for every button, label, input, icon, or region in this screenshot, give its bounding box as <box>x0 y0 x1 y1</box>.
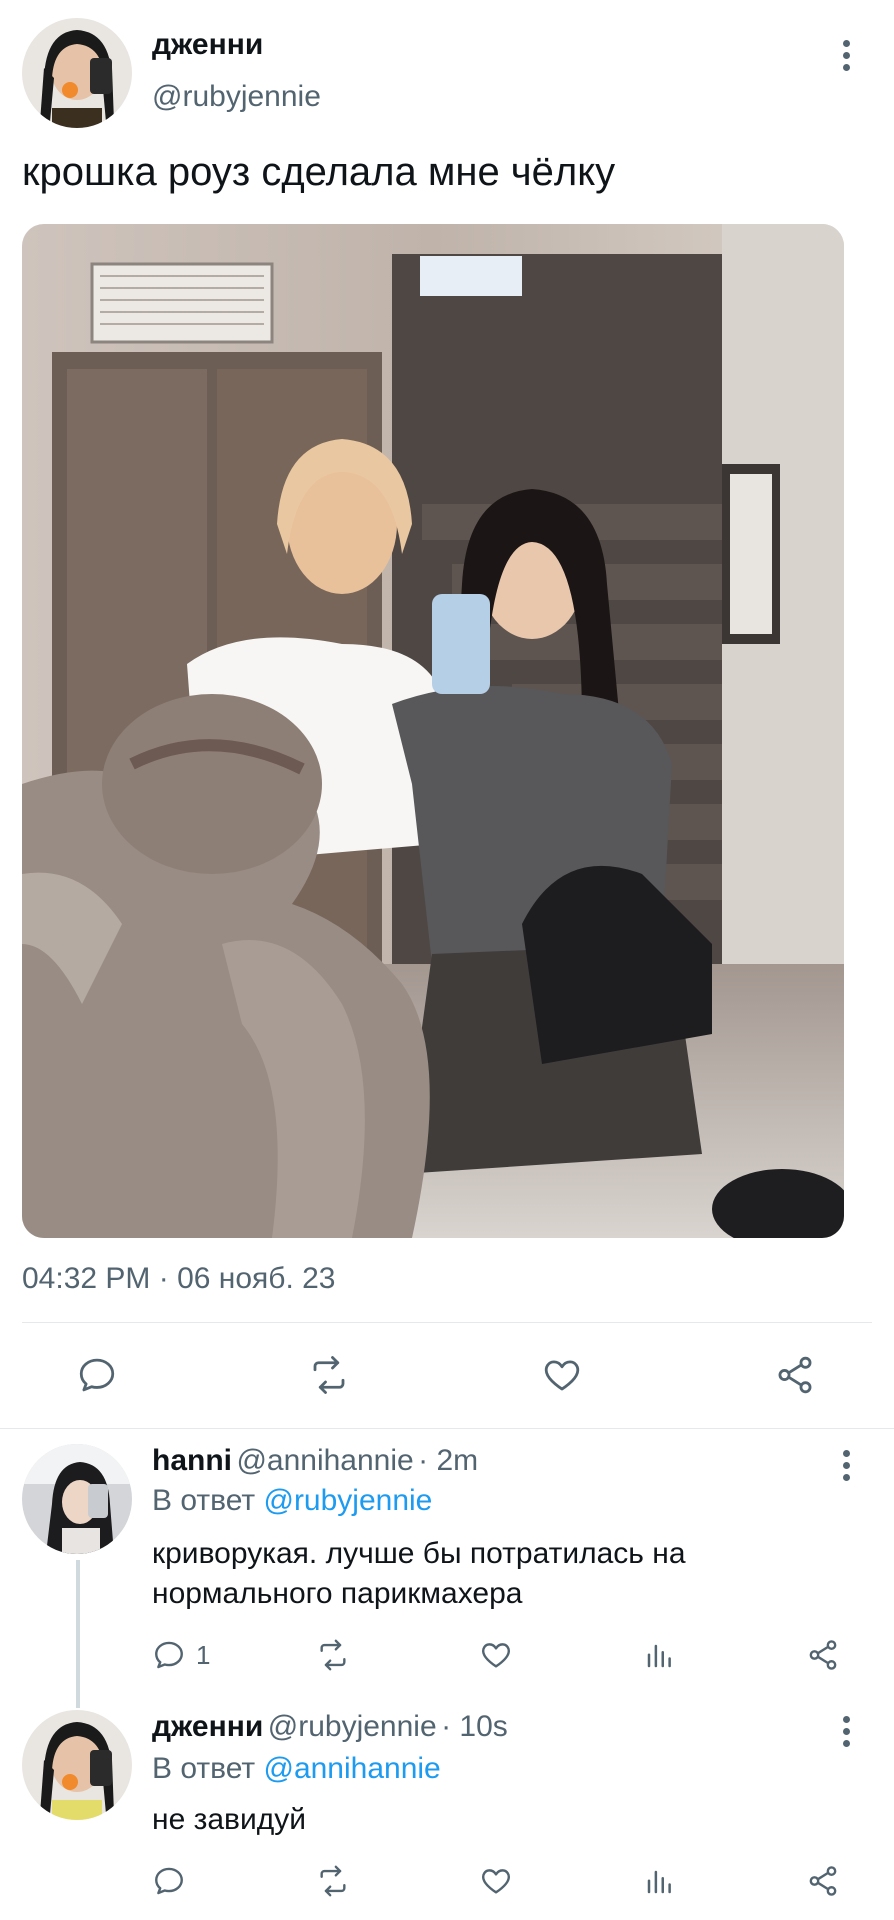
reply-author-name[interactable]: дженни <box>152 1710 263 1743</box>
divider <box>22 1322 872 1323</box>
reply-text-line: криворукая. лучше бы потратилась на <box>152 1537 686 1570</box>
author-name[interactable]: дженни <box>152 28 263 62</box>
analytics-icon[interactable] <box>644 1866 674 1898</box>
thread-line <box>76 1560 80 1708</box>
reply-count: 1 <box>196 1640 211 1670</box>
like-icon[interactable] <box>540 1354 584 1396</box>
retweet-icon[interactable] <box>314 1864 352 1898</box>
reply-text-line: нормального парикмахера <box>152 1577 523 1610</box>
reply-to-mention[interactable]: @rubyjennie <box>263 1484 432 1517</box>
reply-avatar[interactable] <box>22 1444 132 1554</box>
reply-time: · 2m <box>418 1444 479 1477</box>
like-icon[interactable] <box>478 1864 514 1898</box>
reply-header: дженни @rubyjennie · 10s <box>152 1710 508 1744</box>
tweet-timestamp: 04:32 PM · 06 нояб. 23 <box>22 1262 336 1295</box>
analytics-icon[interactable] <box>644 1640 674 1672</box>
retweet-icon[interactable] <box>314 1638 352 1672</box>
reply-to-line: В ответ @rubyjennie <box>152 1484 432 1518</box>
author-avatar[interactable] <box>22 18 132 128</box>
more-options-icon[interactable] <box>843 1716 853 1752</box>
tweet-photo[interactable] <box>22 224 844 1238</box>
reply-header: hanni @annihannie · 2m <box>152 1444 478 1478</box>
reply-to-line: В ответ @annihannie <box>152 1752 441 1786</box>
reply-icon[interactable] <box>76 1354 118 1396</box>
share-icon[interactable] <box>806 1638 840 1672</box>
author-handle[interactable]: @rubyjennie <box>152 80 321 114</box>
share-icon[interactable] <box>774 1354 816 1396</box>
reply-author-handle[interactable]: @rubyjennie <box>268 1710 437 1743</box>
reply-icon[interactable] <box>152 1638 186 1672</box>
tweet-text: крошка роуз сделала мне чёлку <box>22 150 616 194</box>
reply-to-prefix: В ответ <box>152 1752 256 1785</box>
reply-author-name[interactable]: hanni <box>152 1444 232 1477</box>
like-icon[interactable] <box>478 1638 514 1672</box>
reply-avatar[interactable] <box>22 1710 132 1820</box>
reply-icon[interactable] <box>152 1864 186 1898</box>
reply-text-line: не завидуй <box>152 1803 306 1836</box>
reply-author-handle[interactable]: @annihannie <box>236 1444 413 1477</box>
divider <box>0 1428 894 1429</box>
more-options-icon[interactable] <box>843 1450 853 1486</box>
reply-time: · 10s <box>441 1710 508 1743</box>
share-icon[interactable] <box>806 1864 840 1898</box>
reply-to-prefix: В ответ <box>152 1484 256 1517</box>
more-options-icon[interactable] <box>843 40 853 76</box>
reply-to-mention[interactable]: @annihannie <box>263 1752 440 1785</box>
retweet-icon[interactable] <box>306 1354 352 1396</box>
